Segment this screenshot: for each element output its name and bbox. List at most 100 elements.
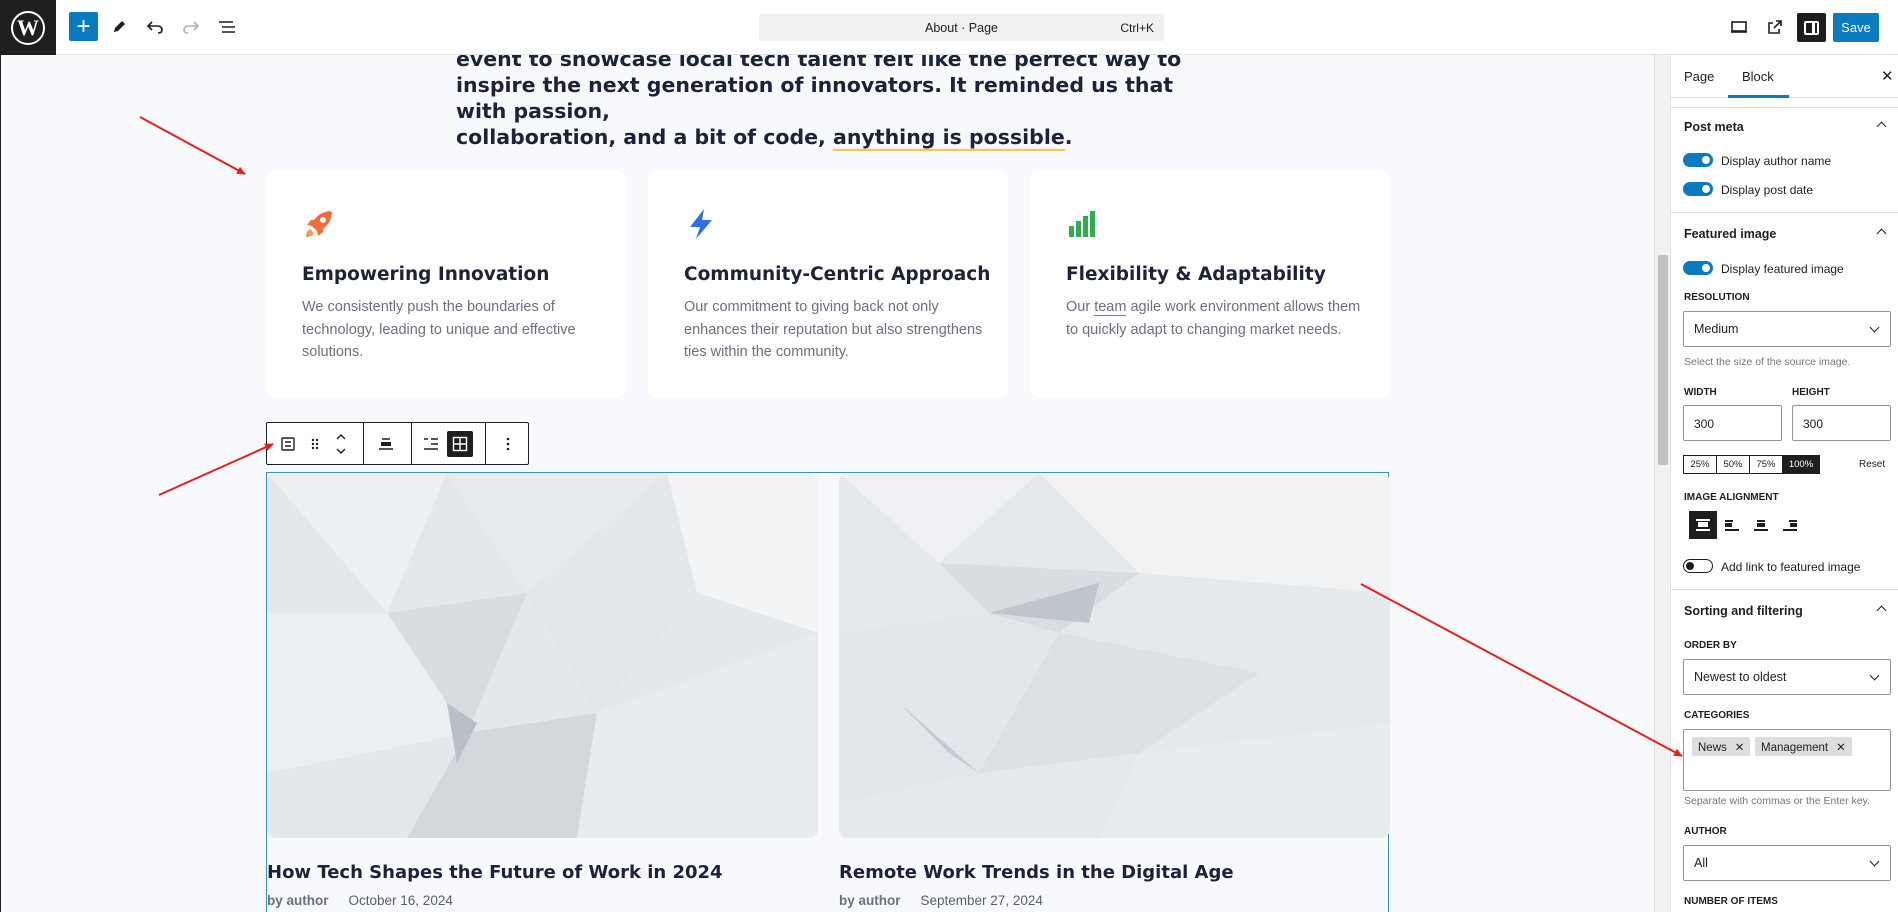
chevron-up-icon[interactable] <box>1876 119 1886 129</box>
feature-description: Our commitment to giving back not only e… <box>684 299 983 360</box>
percent-50[interactable]: 50% <box>1717 456 1750 473</box>
feature-title: Flexibility & Adaptability <box>1066 264 1326 285</box>
scrollbar-thumb[interactable] <box>1658 255 1668 465</box>
save-button[interactable]: Save <box>1833 13 1879 42</box>
pencil-icon <box>114 21 125 32</box>
featured-image[interactable] <box>839 473 1390 838</box>
feature-title: Empowering Innovation <box>302 264 550 285</box>
toggle-label: Display featured image <box>1721 262 1844 276</box>
categories-token-field[interactable]: News ✕ Management ✕ <box>1683 729 1891 791</box>
tools-pencil-button[interactable] <box>104 12 134 42</box>
command-shortcut: Ctrl+K <box>1120 21 1154 35</box>
list-view-layout-button[interactable] <box>418 431 444 457</box>
toggle-post-date[interactable] <box>1683 182 1713 196</box>
wordpress-logo-button[interactable]: W <box>0 0 56 55</box>
categories-label: CATEGORIES <box>1684 710 1750 721</box>
undo-button[interactable] <box>140 12 170 42</box>
block-inserter-button[interactable]: + <box>69 12 98 41</box>
preview-device-button[interactable] <box>1724 12 1754 42</box>
post-title[interactable]: Remote Work Trends in the Digital Age <box>839 862 1234 883</box>
width-label: WIDTH <box>1684 387 1717 398</box>
align-left-button[interactable] <box>1718 511 1746 539</box>
author-select[interactable]: All <box>1683 845 1891 881</box>
author-label: AUTHOR <box>1684 826 1727 837</box>
settings-sidebar-toggle[interactable] <box>1797 13 1826 42</box>
toggle-link-featured-image[interactable] <box>1683 559 1713 573</box>
height-input[interactable]: 300 <box>1792 405 1891 441</box>
percent-75[interactable]: 75% <box>1750 456 1783 473</box>
remove-token-icon[interactable]: ✕ <box>1836 742 1846 754</box>
redo-icon <box>183 21 200 34</box>
editor-canvas[interactable]: event to showcase local tech talent felt… <box>0 55 1654 912</box>
feature-card[interactable]: Community-Centric Approach Our commitmen… <box>648 170 1008 398</box>
panel-heading-featured-image[interactable]: Featured image <box>1684 227 1776 241</box>
align-right-button[interactable] <box>1776 511 1804 539</box>
toggle-label: Display author name <box>1721 154 1832 168</box>
post-title[interactable]: How Tech Shapes the Future of Work in 20… <box>267 862 723 883</box>
tab-page[interactable]: Page <box>1684 69 1714 84</box>
tab-block[interactable]: Block <box>1742 69 1774 84</box>
highlighted-text: anything is possible <box>832 125 1065 151</box>
panel-heading-post-meta[interactable]: Post meta <box>1684 120 1744 134</box>
feature-card[interactable]: Flexibility & Adaptability Our team agil… <box>1030 170 1390 398</box>
redo-button[interactable] <box>176 12 206 42</box>
select-value: Medium <box>1694 322 1739 336</box>
command-palette-bar[interactable]: About · Page Ctrl+K <box>759 14 1164 41</box>
drag-icon <box>311 438 319 450</box>
resolution-label: RESOLUTION <box>1684 292 1750 303</box>
document-title: About · Page <box>925 21 998 35</box>
align-left-icon <box>1725 519 1739 531</box>
grid-icon <box>452 436 468 452</box>
toggle-label: Add link to featured image <box>1721 560 1861 574</box>
reset-button[interactable]: Reset <box>1859 459 1885 470</box>
external-link-icon <box>1768 20 1782 34</box>
close-icon[interactable]: ✕ <box>1881 67 1894 85</box>
query-loop-icon <box>281 437 295 451</box>
settings-sidebar: Page Block ✕ Post meta Display author na… <box>1670 55 1898 912</box>
remove-token-icon[interactable]: ✕ <box>1735 742 1745 754</box>
toggle-label: Display post date <box>1721 183 1814 197</box>
featured-image[interactable] <box>267 473 818 838</box>
intro-line-3: collaboration, and a bit of code, anythi… <box>456 125 1073 151</box>
toggle-author-name[interactable] <box>1683 153 1713 167</box>
lightning-icon <box>690 209 712 239</box>
view-page-button[interactable] <box>1760 12 1790 42</box>
select-value: Newest to oldest <box>1694 670 1787 684</box>
feature-description: Our team agile work environment allows t… <box>1066 299 1361 338</box>
move-up-down-button[interactable] <box>328 431 354 457</box>
align-button[interactable] <box>373 431 399 457</box>
resolution-select[interactable]: Medium <box>1683 311 1891 347</box>
feature-card[interactable]: Empowering Innovation We consistently pu… <box>266 170 626 398</box>
block-type-button[interactable] <box>275 431 301 457</box>
list-layout-icon <box>424 438 438 450</box>
grid-view-layout-button[interactable] <box>447 431 473 457</box>
categories-help: Separate with commas or the Enter key. <box>1684 795 1870 807</box>
width-input[interactable]: 300 <box>1683 405 1782 441</box>
document-overview-button[interactable] <box>212 12 242 42</box>
align-center-button[interactable] <box>1747 511 1775 539</box>
bar-chart-icon <box>1069 211 1095 237</box>
category-token: News ✕ <box>1692 737 1751 756</box>
undo-icon <box>146 21 163 34</box>
chevron-up-icon[interactable] <box>1876 603 1886 613</box>
order-by-select[interactable]: Newest to oldest <box>1683 659 1891 695</box>
chevron-up-icon[interactable] <box>1876 226 1886 236</box>
align-top-button[interactable] <box>1689 511 1717 539</box>
intro-paragraph[interactable]: event to showcase local tech talent felt… <box>456 55 1216 151</box>
query-loop-block[interactable]: How Tech Shapes the Future of Work in 20… <box>266 472 1390 912</box>
feature-title: Community-Centric Approach <box>684 264 991 285</box>
drag-handle[interactable] <box>302 431 328 457</box>
editor-top-bar: W + About · Page Ctrl+K Save <box>0 0 1898 55</box>
desktop-icon <box>1731 21 1747 33</box>
post-author[interactable]: by author <box>839 893 901 908</box>
panel-heading-sorting[interactable]: Sorting and filtering <box>1684 604 1803 618</box>
post-author[interactable]: by author <box>267 893 329 908</box>
toggle-featured-image[interactable] <box>1683 261 1713 275</box>
percent-100[interactable]: 100% <box>1783 456 1819 473</box>
percent-25[interactable]: 25% <box>1684 456 1717 473</box>
spellcheck-word: team <box>1094 299 1127 316</box>
canvas-scrollbar[interactable] <box>1654 55 1670 912</box>
block-options-button[interactable] <box>495 431 521 457</box>
list-view-icon <box>219 21 235 33</box>
align-center-icon <box>379 438 393 450</box>
